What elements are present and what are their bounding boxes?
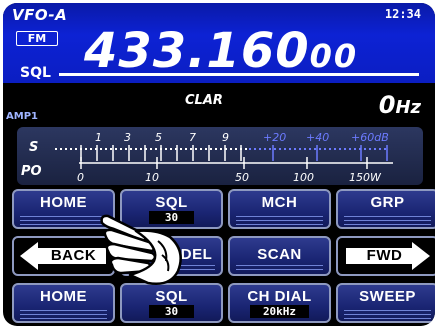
s-po-meter: S PO 1 3 5 7 9 +20 +40 +60dB 0 10 50 100… xyxy=(17,127,423,185)
clar-unit: Hz xyxy=(395,97,421,118)
ch-dial-button-label: CH DIAL xyxy=(247,288,312,305)
po-tick-label: 0 xyxy=(77,171,84,184)
po-label: PO xyxy=(21,164,42,179)
scan-button[interactable]: SCAN xyxy=(228,236,331,276)
mch-button[interactable]: MCH xyxy=(228,189,331,229)
s-tick-label: +40 xyxy=(306,131,329,144)
vfo-frequency-panel[interactable]: VFO-A 12:34 FM SQL 433.16000 xyxy=(3,3,435,83)
clar-label: CLAR xyxy=(185,93,223,108)
po-tick-label: 150W xyxy=(349,171,382,184)
fwd-button[interactable]: FWD xyxy=(336,236,435,276)
s-tick-label: +20 xyxy=(263,131,286,144)
grp-button-label: GRP xyxy=(370,194,405,211)
frequency-main: 433.160 xyxy=(84,23,310,79)
s-tick-label: 7 xyxy=(189,131,196,144)
po-tick-label: 50 xyxy=(235,171,249,184)
sweep-button-label: SWEEP xyxy=(359,288,416,305)
po-tick-label: 100 xyxy=(293,171,314,184)
sql-value-2: 30 xyxy=(149,305,194,318)
frequency-display[interactable]: 433.16000 xyxy=(84,23,358,84)
radio-display: VFO-A 12:34 FM SQL 433.16000 AMP1 CLAR 0… xyxy=(3,3,435,326)
po-tick-label: 10 xyxy=(145,171,159,184)
s-tick-label: 1 xyxy=(95,131,102,144)
ch-dial-step: 20kHz xyxy=(250,305,309,318)
mode-badge[interactable]: FM xyxy=(16,31,58,46)
s-tick-label: 5 xyxy=(155,131,162,144)
s-tick-label: 3 xyxy=(124,131,131,144)
amp-indicator: AMP1 xyxy=(6,111,38,122)
s-label: S xyxy=(29,140,38,155)
s-tick-label: +60dB xyxy=(351,131,389,144)
mch-button-label: MCH xyxy=(261,194,298,211)
clock: 12:34 xyxy=(384,7,421,21)
hand-pointer-icon xyxy=(100,214,182,285)
sql-button-label: SQL xyxy=(155,194,188,211)
scan-button-label: SCAN xyxy=(257,246,302,263)
grp-button[interactable]: GRP xyxy=(336,189,435,229)
s-tick-label: 9 xyxy=(222,131,229,144)
sql-indicator: SQL xyxy=(20,65,51,81)
sweep-button[interactable]: SWEEP xyxy=(336,283,435,323)
meter-scale: S PO 1 3 5 7 9 +20 +40 +60dB 0 10 50 100… xyxy=(21,131,393,184)
fwd-button-label: FWD xyxy=(366,247,403,264)
ch-dial-button[interactable]: CH DIAL 20kHz xyxy=(228,283,331,323)
clar-value: 0 xyxy=(378,91,396,119)
clar-offset[interactable]: 0Hz xyxy=(379,91,421,119)
vfo-label: VFO-A xyxy=(12,6,68,24)
home-button-label: HOME xyxy=(40,194,87,211)
frequency-sub: 00 xyxy=(309,37,359,75)
